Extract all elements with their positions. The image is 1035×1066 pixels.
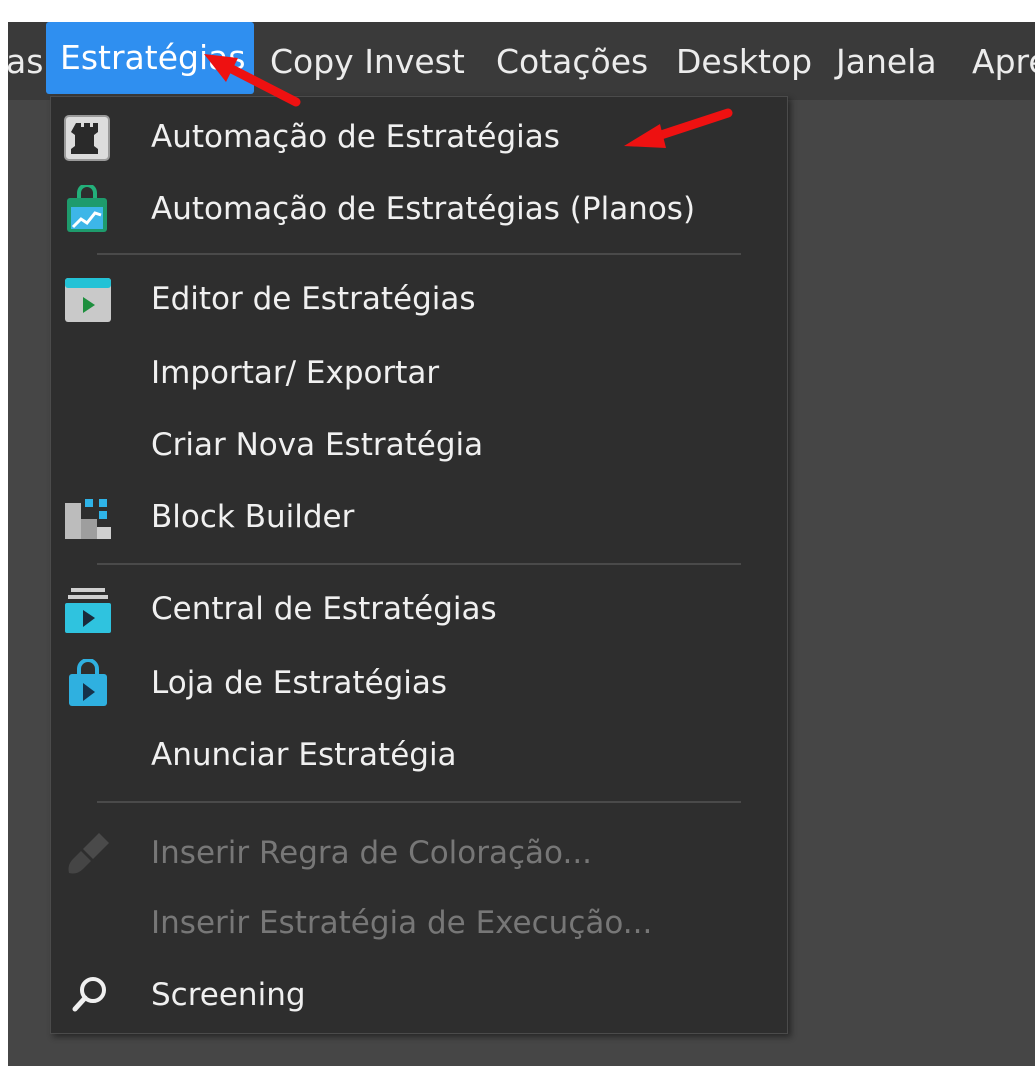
menu-item-anunciar-estrategia[interactable]: Anunciar Estratégia xyxy=(51,725,787,787)
menu-separator xyxy=(97,253,741,255)
bag-play-icon xyxy=(61,658,117,709)
menu-item-label: Inserir Regra de Coloração... xyxy=(151,835,593,871)
menu-item-label: Inserir Estratégia de Execução... xyxy=(151,905,653,941)
menu-item-inserir-estrategia-execucao[interactable]: Inserir Estratégia de Execução... xyxy=(51,893,787,955)
menubar-item-janela[interactable]: Janela xyxy=(836,40,937,84)
menu-item-editor-estrategias[interactable]: Editor de Estratégias xyxy=(51,269,787,331)
menu-item-label: Editor de Estratégias xyxy=(151,281,476,317)
menu-item-label: Anunciar Estratégia xyxy=(151,737,457,773)
menubar-item-desktop[interactable]: Desktop xyxy=(676,40,812,84)
magnifier-icon xyxy=(61,971,117,1021)
menubar-item-estrategias[interactable]: Estratégias xyxy=(46,22,254,94)
menu-item-automacao-estrategias[interactable]: Automação de Estratégias xyxy=(51,107,787,169)
menu-item-label: Automação de Estratégias xyxy=(151,119,560,155)
menubar-item-copy-invest[interactable]: Copy Invest xyxy=(270,40,465,84)
menu-item-label: Block Builder xyxy=(151,499,355,535)
menu-item-screening[interactable]: Screening xyxy=(51,965,787,1027)
rook-icon xyxy=(61,113,117,163)
menu-item-automacao-estrategias-planos[interactable]: Automação de Estratégias (Planos) xyxy=(51,179,787,241)
menu-item-label: Automação de Estratégias (Planos) xyxy=(151,191,696,227)
estrategias-dropdown-menu: Automação de Estratégias Automação de Es… xyxy=(50,96,788,1034)
menu-item-label: Central de Estratégias xyxy=(151,591,497,627)
menu-item-label: Importar/ Exportar xyxy=(151,355,440,391)
menu-item-loja-estrategias[interactable]: Loja de Estratégias xyxy=(51,653,787,715)
menubar-item-cotacoes[interactable]: Cotações xyxy=(496,40,648,84)
menu-separator xyxy=(97,801,741,803)
shopping-bag-chart-icon xyxy=(61,183,117,235)
paintbrush-icon xyxy=(61,829,117,879)
menu-item-block-builder[interactable]: Block Builder xyxy=(51,487,787,549)
menu-item-label: Loja de Estratégias xyxy=(151,665,448,701)
menu-item-central-estrategias[interactable]: Central de Estratégias xyxy=(51,579,787,641)
menu-item-criar-nova-estrategia[interactable]: Criar Nova Estratégia xyxy=(51,415,787,477)
menu-item-label: Screening xyxy=(151,977,306,1013)
menu-separator xyxy=(97,563,741,565)
menubar: as Estratégias Copy Invest Cotações Desk… xyxy=(6,22,1035,100)
blocks-icon xyxy=(61,493,117,543)
stack-play-icon xyxy=(61,585,117,635)
menu-item-importar-exportar[interactable]: Importar/ Exportar xyxy=(51,343,787,405)
menu-item-inserir-regra-coloracao[interactable]: Inserir Regra de Coloração... xyxy=(51,823,787,885)
menubar-item-partial-left[interactable]: as xyxy=(6,40,43,84)
menubar-item-apresentacao-partial[interactable]: Apre xyxy=(972,40,1035,84)
app-window: as Estratégias Copy Invest Cotações Desk… xyxy=(6,22,1035,1066)
menu-item-label: Criar Nova Estratégia xyxy=(151,427,484,463)
play-window-icon xyxy=(61,275,117,325)
